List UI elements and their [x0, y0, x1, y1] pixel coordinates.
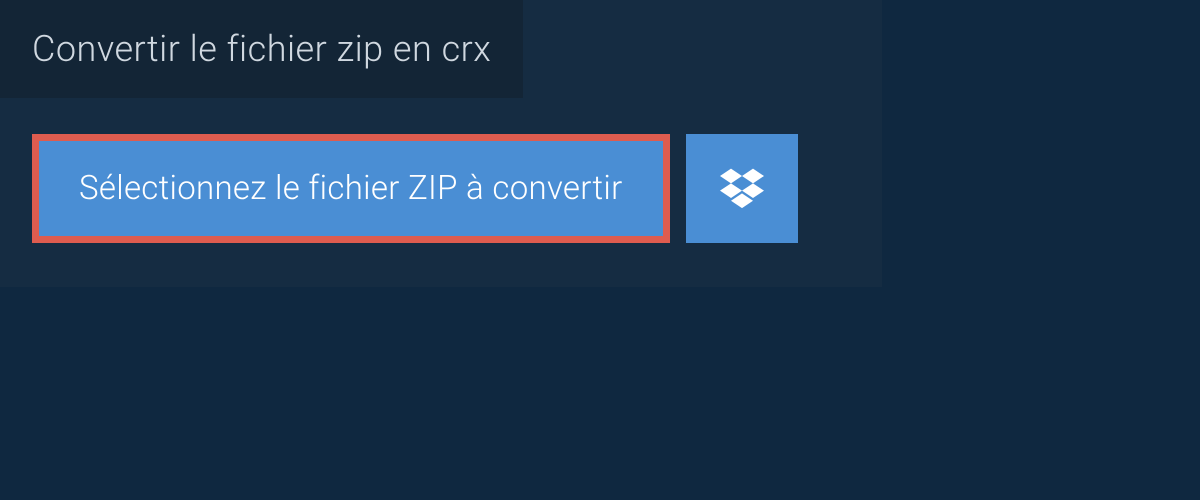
button-area: Sélectionnez le fichier ZIP à convertir	[0, 98, 882, 287]
page-title-text: Convertir le fichier zip en crx	[32, 28, 491, 70]
select-file-button[interactable]: Sélectionnez le fichier ZIP à convertir	[32, 134, 670, 243]
page-title: Convertir le fichier zip en crx	[0, 0, 523, 98]
converter-panel: Convertir le fichier zip en crx Sélectio…	[0, 0, 882, 287]
select-file-label: Sélectionnez le fichier ZIP à convertir	[79, 169, 623, 208]
dropbox-icon	[720, 165, 764, 213]
dropbox-button[interactable]	[686, 134, 798, 243]
